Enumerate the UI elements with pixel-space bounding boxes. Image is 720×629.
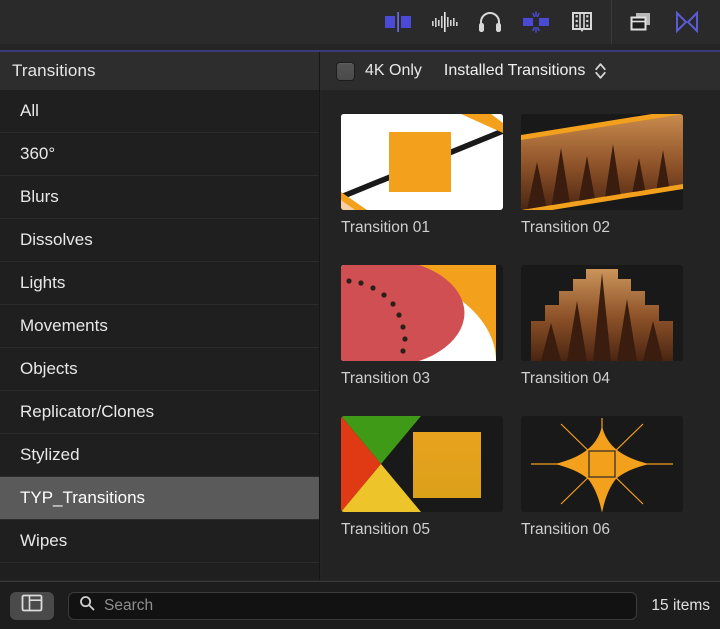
transition-item[interactable]: Transition 01 [341, 114, 521, 237]
browser-header-left: Transitions [0, 52, 320, 90]
transitions-browser-icon[interactable] [375, 0, 421, 44]
headphones-icon[interactable] [467, 0, 513, 44]
transition-thumbnail[interactable] [341, 265, 503, 361]
sidebar-item-label: Replicator/Clones [20, 402, 155, 421]
sidebar-item-objects[interactable]: Objects [0, 348, 319, 391]
sidebar-item-typ-transitions[interactable]: TYP_Transitions [0, 477, 319, 520]
search-placeholder: Search [104, 596, 154, 614]
installed-transitions-value: Installed Transitions [443, 62, 586, 79]
sidebar-toggle-button[interactable] [10, 591, 54, 620]
transitions-grid: Transition 01 Transition 02 Transition 0… [321, 90, 720, 567]
sidebar-item-label: Wipes [20, 531, 68, 550]
transition-item[interactable]: Transition 03 [341, 265, 521, 388]
installed-transitions-popup[interactable]: Installed Transitions [444, 61, 607, 81]
sidebar-item-label: 360° [20, 144, 56, 163]
transition-label: Transition 01 [341, 219, 431, 236]
sidebar-layout-icon [21, 594, 43, 617]
sidebar-item-360[interactable]: 360° [0, 133, 319, 176]
bottom-bar: Search 15 items [0, 581, 720, 629]
window-layout-icon[interactable] [618, 0, 664, 44]
transition-label: Transition 03 [341, 370, 431, 387]
panel-toolbar-group [618, 0, 710, 44]
fourk-only-label: 4K Only [365, 62, 422, 79]
browser-header: Transitions 4K Only Installed Transition… [0, 52, 720, 90]
transition-thumbnail[interactable] [341, 114, 503, 210]
sidebar-item-label: Objects [20, 359, 78, 378]
transition-label: Transition 06 [521, 521, 611, 538]
sidebar-item-blurs[interactable]: Blurs [0, 176, 319, 219]
sidebar-item-label: TYP_Transitions [20, 488, 146, 507]
transition-thumbnail[interactable] [521, 265, 683, 361]
browser-header-right: 4K Only Installed Transitions [320, 52, 720, 90]
category-sidebar[interactable]: All 360° Blurs Dissolves Lights Movements Obje… [0, 90, 320, 580]
item-count: 15 items [651, 596, 710, 614]
search-input[interactable]: Search [68, 591, 638, 620]
filmstrip-icon[interactable] [559, 0, 605, 44]
transitions-content-panel: Transition 01 Transition 02 Transition 0… [321, 90, 720, 580]
transition-label: Transition 02 [521, 219, 611, 236]
fourk-only-checkbox[interactable] [336, 61, 355, 81]
sidebar-item-dissolves[interactable]: Dissolves [0, 219, 319, 262]
top-toolbar [0, 0, 720, 44]
browser-toolbar-group [375, 0, 605, 44]
transition-item[interactable]: Transition 06 [521, 416, 701, 539]
audio-waveform-icon[interactable] [421, 0, 467, 44]
sidebar-item-wipes[interactable]: Wipes [0, 520, 319, 563]
transition-thumbnail[interactable] [521, 114, 683, 210]
transition-item[interactable]: Transition 04 [521, 265, 701, 388]
transition-label: Transition 05 [341, 521, 431, 538]
sidebar-item-stylized[interactable]: Stylized [0, 434, 319, 477]
transitions-browser-window: Transitions 4K Only Installed Transition… [0, 0, 720, 629]
toolbar-divider [611, 0, 612, 44]
transition-item[interactable]: Transition 02 [521, 114, 701, 237]
transition-thumbnail[interactable] [521, 416, 683, 512]
sidebar-item-all[interactable]: All [0, 90, 319, 133]
transition-item[interactable]: Transition 05 [341, 416, 521, 539]
effects-browser-icon[interactable] [513, 0, 559, 44]
sidebar-item-label: All [20, 101, 39, 120]
sidebar-item-label: Dissolves [20, 230, 93, 249]
sidebar-item-label: Stylized [20, 445, 80, 464]
transition-thumbnail[interactable] [341, 416, 503, 512]
sidebar-item-movements[interactable]: Movements [0, 305, 319, 348]
sidebar-item-replicator-clones[interactable]: Replicator/Clones [0, 391, 319, 434]
sidebar-item-label: Movements [20, 316, 108, 335]
chevron-updown-icon [594, 61, 607, 81]
search-icon [79, 595, 95, 616]
page-title: Transitions [12, 61, 96, 80]
sidebar-item-label: Lights [20, 273, 66, 292]
sidebar-item-lights[interactable]: Lights [0, 262, 319, 305]
transition-shape-icon[interactable] [664, 0, 710, 44]
sidebar-item-label: Blurs [20, 187, 59, 206]
transition-label: Transition 04 [521, 370, 611, 387]
